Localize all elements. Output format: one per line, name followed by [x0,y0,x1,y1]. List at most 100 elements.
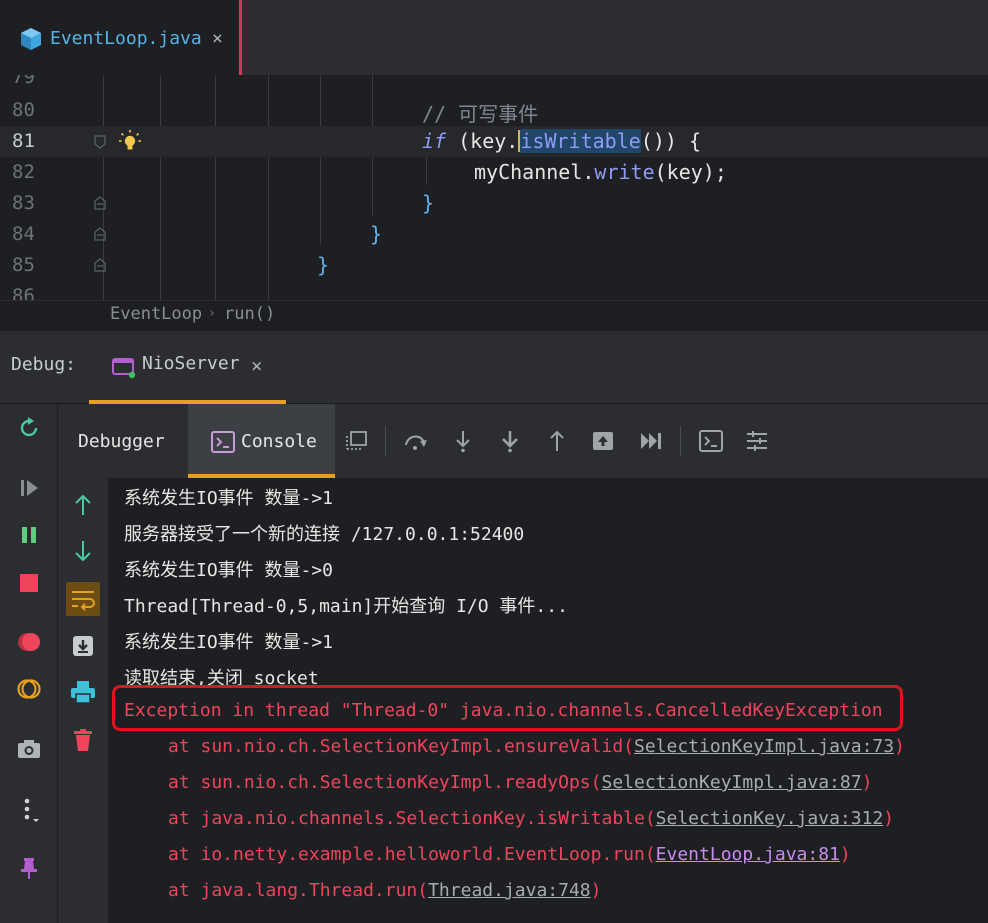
code-token: (key); [654,160,727,184]
scroll-to-end-icon[interactable] [66,629,100,663]
stack-frame-text: at java.lang.Thread.run( [168,880,429,901]
close-tab-icon[interactable]: × [212,28,223,49]
keyword-if: if [422,129,447,153]
layout-icon[interactable] [343,428,369,454]
stack-frame-tail: ) [839,844,851,865]
breadcrumb-method[interactable]: run() [224,304,275,324]
toolbar-separator [385,426,386,456]
line-number: 81 [12,130,35,152]
step-over-icon[interactable] [403,428,429,454]
editor-tab-bar: EventLoop.java × [0,0,988,75]
console-output[interactable]: 系统发生IO事件 数量->1 服务器接受了一个新的连接 /127.0.0.1:5… [108,478,988,923]
code-line: 84 } [0,219,988,250]
up-arrow-icon[interactable] [66,488,100,522]
run-to-cursor-icon[interactable] [638,428,664,454]
code-comment: // 可写事件 [422,102,539,126]
clear-icon[interactable] [66,723,100,757]
stack-trace-line: at sun.nio.ch.SelectionKeyImpl.ensureVal… [168,736,905,766]
breadcrumb-separator: › [208,306,216,321]
stack-frame-text: at sun.nio.ch.SelectionKeyImpl.ensureVal… [168,736,634,757]
step-into-icon[interactable] [450,428,476,454]
step-out-icon[interactable] [544,428,570,454]
line-number: 84 [12,223,35,245]
selected-method-name[interactable]: isWritable [520,129,641,153]
breadcrumb: EventLoop › run() [0,300,988,331]
force-step-into-icon[interactable] [497,428,523,454]
debug-tool-window-header: Debug: NioServer × [0,331,988,404]
line-number: 79 [12,75,35,88]
console-icon [211,431,235,453]
tab-debugger[interactable]: Debugger [78,431,165,452]
debug-left-toolbar [0,404,58,923]
soft-wrap-icon[interactable] [66,582,100,616]
line-number: 85 [12,254,35,276]
console-line: 系统发生IO事件 数量->1 [124,632,334,653]
rerun-icon[interactable] [15,414,43,442]
stack-frame-tail: ) [883,808,895,829]
debug-label: Debug: [11,354,77,375]
code-token: ()) { [640,129,701,153]
fold-marker-icon[interactable] [94,227,106,241]
tab-console-label: Console [241,431,317,452]
camera-icon[interactable] [15,735,43,763]
source-link[interactable]: SelectionKeyImpl.java:87 [601,772,861,793]
mute-breakpoints-icon[interactable] [15,675,43,703]
stack-trace-line: at java.nio.channels.SelectionKey.isWrit… [168,808,894,838]
resume-icon[interactable] [15,474,43,502]
lightbulb-icon[interactable] [118,129,142,153]
stack-frame-tail: ) [861,772,873,793]
exception-line: Exception in thread "Thread-0" java.nio.… [124,700,883,721]
code-token: myChannel. [474,160,595,184]
stack-trace-line: at io.netty.example.helloworld.EventLoop… [168,844,851,874]
line-number: 82 [12,161,35,183]
down-arrow-icon[interactable] [66,534,100,568]
editor-tab-filename: EventLoop.java [50,28,202,49]
code-editor[interactable]: 79 80 // 可写事件 81 if (key. isWritable()) {… [0,75,988,300]
console-line: 系统发生IO事件 数量->1 [124,488,334,509]
pause-icon[interactable] [15,521,43,549]
stack-frame-text: at java.nio.channels.SelectionKey.isWrit… [168,808,656,829]
console-side-toolbar [58,478,108,923]
trace-icon[interactable] [744,428,770,454]
tab-console[interactable]: Console [188,404,335,478]
console-line: 系统发生IO事件 数量->0 [124,560,334,581]
breadcrumb-class[interactable]: EventLoop [110,304,202,324]
closing-brace: } [422,191,435,215]
closing-brace: } [370,222,383,246]
source-link-current[interactable]: EventLoop.java:81 [656,844,840,865]
stack-frame-text: at io.netty.example.helloworld.EventLoop… [168,844,656,865]
stack-trace-line: at java.lang.Thread.run(Thread.java:748) [168,880,602,910]
code-token: (key. [458,129,519,153]
method-write: write [594,160,655,184]
view-breakpoints-icon[interactable] [15,628,43,656]
code-if-statement: if (key. isWritable()) { [422,129,701,153]
more-icon[interactable] [15,796,43,824]
stack-frame-text: at sun.nio.ch.SelectionKeyImpl.readyOps( [168,772,602,793]
stack-trace-line: at sun.nio.ch.SelectionKeyImpl.readyOps(… [168,772,872,802]
code-line-current: 81 if (key. isWritable()) { [0,126,988,157]
source-link[interactable]: Thread.java:748 [428,880,591,901]
close-session-icon[interactable]: × [251,355,262,377]
drop-frame-icon[interactable] [590,428,616,454]
evaluate-icon[interactable] [698,428,724,454]
debug-session-tab[interactable]: NioServer × [89,331,286,404]
code-line: 82 myChannel.write(key); [0,157,988,188]
fold-marker-icon[interactable] [94,196,106,210]
line-number: 80 [12,99,35,121]
java-class-icon [20,27,42,51]
print-icon[interactable] [66,675,100,709]
toolbar-separator [680,426,681,456]
code-line: 80 // 可写事件 [0,95,988,126]
pin-icon[interactable] [15,854,43,882]
code-line: 83 } [0,188,988,219]
source-link[interactable]: SelectionKeyImpl.java:73 [634,736,894,757]
fold-marker-icon[interactable] [94,258,106,272]
code-line: 85 } [0,250,988,281]
fold-marker-icon[interactable] [94,135,106,149]
source-link[interactable]: SelectionKey.java:312 [656,808,884,829]
stack-frame-tail: ) [590,880,602,901]
editor-tab-eventloop[interactable]: EventLoop.java × [0,0,242,75]
code-line: 79 [0,75,988,93]
line-number: 86 [12,285,35,300]
stop-icon[interactable] [15,569,43,597]
